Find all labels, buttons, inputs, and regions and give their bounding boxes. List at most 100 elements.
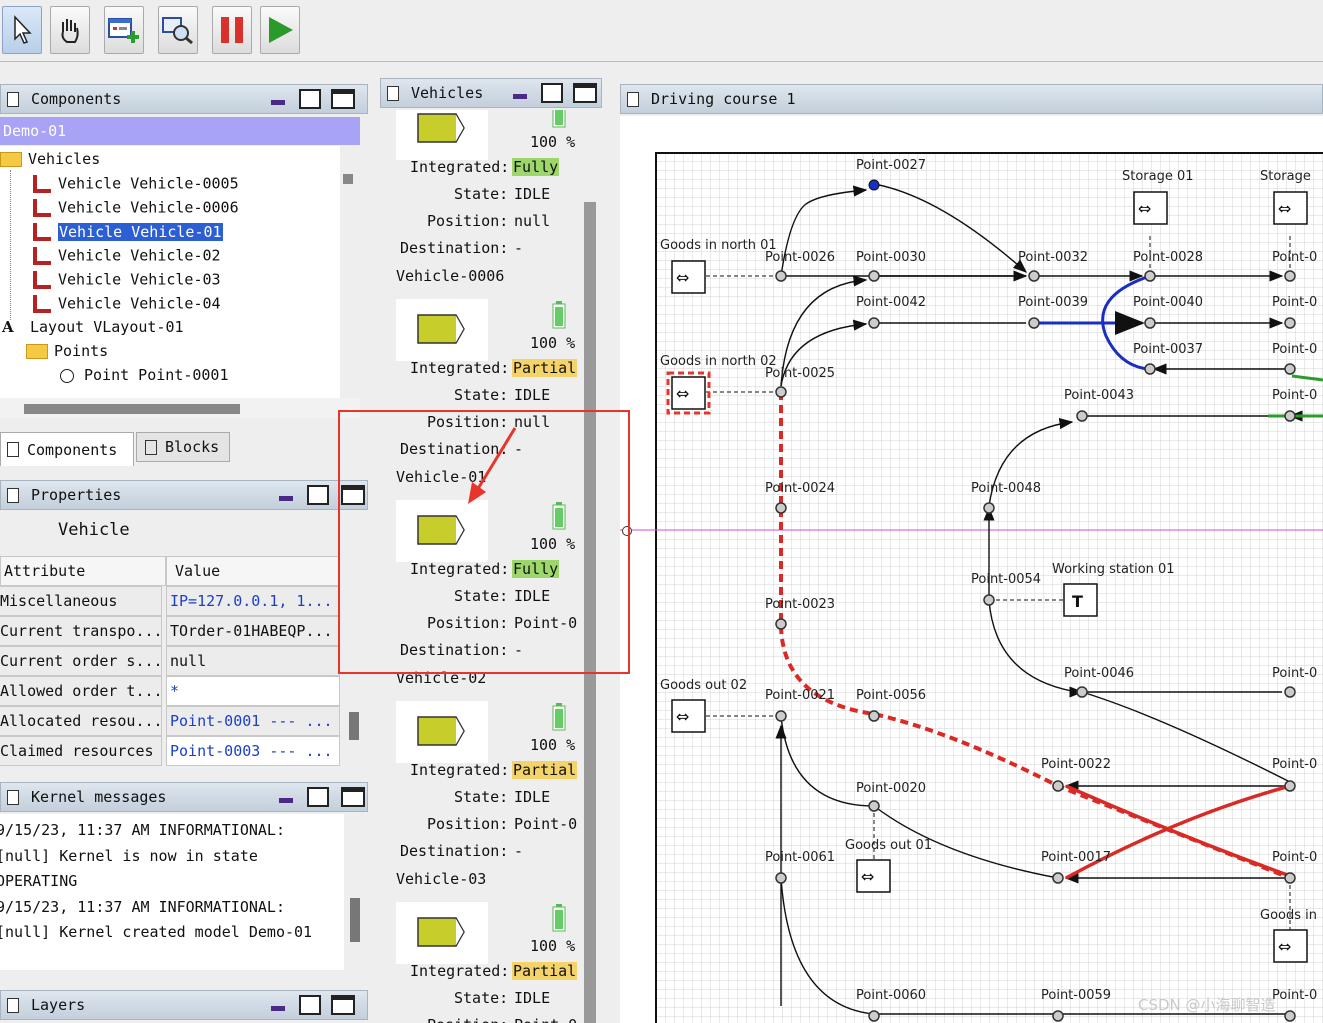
property-attribute[interactable]: Miscellaneous: [0, 586, 162, 616]
driving-course-canvas[interactable]: ⇔ ⇔ ⇔ ⇔ ⇔ T ⇔ ⇔ Point-0027 Point-0026 Point-0…: [620, 116, 1323, 1023]
svg-text:⇔: ⇔: [676, 268, 689, 287]
driving-course-title: Driving course 1: [651, 90, 796, 108]
point-label: Point-0017: [1041, 850, 1112, 865]
vehicle-figure: [396, 902, 488, 964]
vehicle-shape-icon: [417, 917, 465, 947]
properties-panel-header: Properties: [0, 480, 368, 510]
float-icon[interactable]: [299, 89, 321, 109]
maximize-icon[interactable]: [331, 995, 355, 1015]
point-label: Point-0021: [765, 688, 836, 703]
maximize-icon[interactable]: [331, 89, 355, 109]
float-icon[interactable]: [299, 995, 321, 1015]
point-label: Point-0059: [1041, 988, 1112, 1003]
find-vehicle-button[interactable]: [158, 6, 198, 54]
watermark: CSDN @小海聊智造: [1138, 996, 1276, 1014]
table-header-attribute[interactable]: Attribute: [0, 556, 166, 586]
tree-item-vehicle[interactable]: Vehicle Vehicle-02: [30, 246, 221, 268]
tree-item-layout[interactable]: A Layout VLayout-01: [2, 318, 184, 340]
tree-item-vehicle[interactable]: Vehicle Vehicle-0005: [30, 174, 239, 196]
vehicles-panel-header: Vehicles: [380, 78, 602, 108]
layout-icon: A: [2, 318, 14, 336]
point-label: Point-0: [1272, 295, 1318, 310]
minimize-icon[interactable]: [271, 1006, 285, 1011]
play-button[interactable]: [260, 6, 300, 54]
vehicle-name: Vehicle-0006: [396, 267, 505, 285]
property-attribute[interactable]: Allocated resou...: [0, 706, 162, 736]
vehicle-icon: [30, 270, 52, 290]
maximize-icon[interactable]: [341, 787, 365, 807]
minimize-icon[interactable]: [279, 496, 293, 501]
folder-icon: [26, 344, 48, 359]
station-label: Goods out 02: [660, 678, 748, 693]
state-value: IDLE: [514, 989, 551, 1007]
tree-item-vehicle[interactable]: Vehicle Vehicle-04: [30, 294, 221, 316]
property-value[interactable]: null: [166, 646, 340, 676]
table-header-value[interactable]: Value: [166, 556, 340, 586]
tree-item-vehicle-selected[interactable]: Vehicle Vehicle-01: [30, 222, 223, 244]
annotation-arrow-icon: [468, 427, 517, 504]
property-value[interactable]: TOrder-01HABEQP...: [166, 616, 340, 646]
point-label: Point-0039: [1018, 295, 1089, 310]
minimize-icon[interactable]: [279, 798, 293, 803]
document-icon: [627, 92, 639, 107]
point-label: Point-0060: [856, 988, 927, 1003]
position-label: Position:: [427, 1016, 508, 1023]
property-attribute[interactable]: Current order s...: [0, 646, 162, 676]
point-label: Point-0046: [1064, 666, 1135, 681]
magnifier-vehicle-icon: [162, 17, 193, 45]
svg-text:T: T: [1072, 592, 1083, 611]
point-label: Point-0: [1272, 757, 1318, 772]
property-value[interactable]: IP=127.0.0.1, 1...: [166, 586, 340, 616]
hand-icon: [61, 19, 79, 43]
point-label: Point-0043: [1064, 388, 1135, 403]
tree-item-points[interactable]: Points: [26, 342, 108, 364]
property-value[interactable]: Point-0003 --- ...: [166, 736, 340, 766]
minimize-icon[interactable]: [271, 100, 285, 105]
tree-item-vehicle[interactable]: Vehicle Vehicle-03: [30, 270, 221, 292]
folder-icon: [0, 152, 22, 167]
property-value[interactable]: Point-0001 --- ...: [166, 706, 340, 736]
create-order-button[interactable]: [104, 6, 144, 54]
float-icon[interactable]: [307, 787, 329, 807]
float-icon[interactable]: [307, 485, 329, 505]
minimize-icon[interactable]: [513, 94, 527, 99]
document-icon: [7, 92, 19, 107]
point-icon: [60, 368, 74, 383]
point-label: Point-0027: [856, 158, 927, 173]
vehicle-card[interactable]: 100 % Integrated: Fully State: IDLE Position:…: [380, 110, 582, 257]
tree-item-point[interactable]: Point Point-0001: [60, 366, 229, 388]
point-label: Point-0020: [856, 781, 927, 796]
pause-button[interactable]: [212, 6, 252, 54]
vehicle-card[interactable]: Vehicle-0006 100 % Integrated: Partial State…: [380, 121, 582, 458]
driving-course-header: Driving course 1: [620, 84, 1323, 114]
component-tree: Vehicles Vehicle Vehicle-0005 Vehicle Ve…: [0, 146, 340, 398]
tree-item-vehicle[interactable]: Vehicle Vehicle-0006: [30, 198, 239, 220]
pan-tool-button[interactable]: [50, 6, 90, 54]
point-label: Point-0: [1272, 250, 1318, 265]
property-attribute[interactable]: Current transpo...: [0, 616, 162, 646]
integrated-label: Integrated:: [410, 962, 510, 980]
property-attribute[interactable]: Allowed order t...: [0, 676, 162, 706]
maximize-icon[interactable]: [573, 83, 597, 103]
property-attribute[interactable]: Claimed resources: [0, 736, 162, 766]
float-icon[interactable]: [541, 83, 563, 103]
svg-text:⇔: ⇔: [1278, 937, 1291, 956]
select-tool-button[interactable]: [2, 6, 42, 54]
vehicle-card[interactable]: Vehicle-03 100 % Integrated: Partial State: I…: [380, 724, 582, 1023]
point-label: Point-0023: [765, 597, 836, 612]
property-value[interactable]: *: [166, 676, 340, 706]
station-label: Goods in: [1260, 908, 1317, 923]
point-label: Point-0056: [856, 688, 927, 703]
point-label: Point-0: [1272, 988, 1318, 1003]
tree-hscrollbar[interactable]: [0, 398, 360, 418]
tree-scrollbar[interactable]: [340, 146, 360, 398]
document-icon: [145, 439, 157, 455]
tab-blocks[interactable]: Blocks: [136, 432, 230, 462]
point-label: Point-0: [1272, 850, 1318, 865]
model-name-bar[interactable]: Demo-01: [0, 117, 360, 145]
vehicles-panel-title: Vehicles: [411, 84, 484, 102]
tree-item-vehicles[interactable]: Vehicles: [0, 150, 100, 172]
tab-components[interactable]: Components: [0, 432, 134, 466]
energy-level: 100 %: [530, 937, 576, 955]
kernel-scrollbar[interactable]: [344, 814, 368, 970]
